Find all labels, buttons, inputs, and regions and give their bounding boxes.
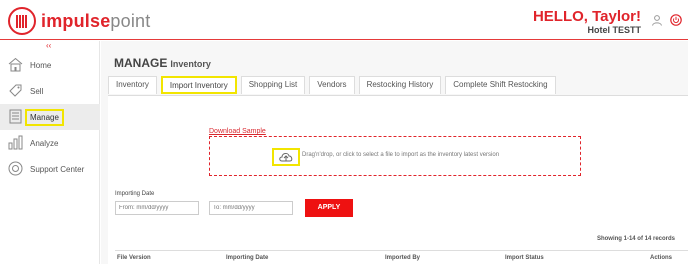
logo-text-light: point (110, 11, 151, 31)
column-header-import-status[interactable]: Import Status (503, 251, 648, 264)
logo-text-bold: impulse (41, 11, 111, 31)
tab-complete-shift-restocking[interactable]: Complete Shift Restocking (445, 76, 556, 94)
column-header-imported-by[interactable]: Imported By (383, 251, 503, 264)
top-header: impulsepoint HELLO, Taylor! Hotel TESTT (0, 0, 688, 40)
hotel-name: Hotel TESTT (587, 25, 642, 35)
logo-text: impulsepoint (41, 7, 150, 35)
sidebar-item-home[interactable]: Home (0, 52, 100, 78)
user-greeting: HELLO, Taylor! Hotel TESTT (532, 8, 642, 36)
sidebar-item-label: Support Center (30, 164, 85, 174)
power-icon[interactable] (670, 14, 682, 26)
sidebar-item-analyze[interactable]: Analyze (0, 130, 100, 156)
sidebar-item-sell[interactable]: Sell (0, 78, 100, 104)
sidebar-item-support-center[interactable]: Support Center (0, 156, 100, 182)
logo-icon (8, 7, 36, 35)
file-dropzone[interactable]: Drag'n'drop, or click to select a file t… (209, 136, 581, 176)
support-icon (8, 161, 23, 176)
page-title: MANAGE Inventory (114, 56, 211, 70)
manage-icon (9, 109, 22, 124)
impulsepoint-logo[interactable]: impulsepoint (8, 7, 150, 35)
tab-inventory[interactable]: Inventory (108, 76, 157, 94)
sidebar-item-label: Home (30, 60, 52, 70)
sidebar-item-label: Manage (25, 108, 64, 126)
greeting-text: HELLO, Taylor! (532, 8, 641, 25)
importing-date-label: Importing Date (115, 191, 155, 197)
sidebar-item-label: Analyze (30, 138, 59, 148)
main-content: MANAGE Inventory Inventory Import Invento… (101, 41, 688, 264)
page-title-main: MANAGE (114, 56, 168, 70)
column-header-file-version[interactable]: File Version (115, 251, 224, 264)
home-icon (8, 57, 23, 72)
page-subtitle: Inventory (170, 59, 211, 69)
sidebar: ‹‹ Home Sell Manage Analyze Support Cent… (0, 41, 100, 264)
user-icon[interactable] (651, 14, 663, 26)
cloud-upload-icon (279, 153, 293, 162)
import-panel: Download Sample Drag'n'drop, or click to… (108, 95, 688, 264)
tab-bar: Inventory Import Inventory Shopping List… (108, 76, 560, 94)
table-header: File Version Importing Date Imported By … (115, 250, 688, 264)
upload-icon-box[interactable] (272, 148, 300, 166)
apply-button[interactable]: APPLY (305, 199, 353, 217)
tab-import-inventory[interactable]: Import Inventory (160, 76, 237, 94)
column-header-importing-date[interactable]: Importing Date (224, 251, 383, 264)
from-date-input[interactable] (115, 201, 199, 215)
analyze-icon (8, 135, 23, 150)
app-root: impulsepoint HELLO, Taylor! Hotel TESTT … (0, 0, 688, 264)
sell-icon (9, 84, 22, 97)
to-date-input[interactable] (209, 201, 293, 215)
tab-vendors[interactable]: Vendors (309, 76, 355, 94)
tab-shopping-list[interactable]: Shopping List (240, 76, 306, 94)
records-count: Showing 1-14 of 14 records (596, 236, 675, 242)
sidebar-item-manage[interactable]: Manage (0, 104, 100, 130)
collapse-sidebar-button[interactable]: ‹‹ (46, 41, 51, 50)
download-sample-link[interactable]: Download Sample (209, 128, 266, 135)
dropzone-instructions: Drag'n'drop, or click to select a file t… (302, 152, 500, 158)
column-header-actions: Actions (650, 255, 673, 261)
tab-restocking-history[interactable]: Restocking History (358, 76, 442, 94)
sidebar-item-label: Sell (30, 86, 44, 96)
